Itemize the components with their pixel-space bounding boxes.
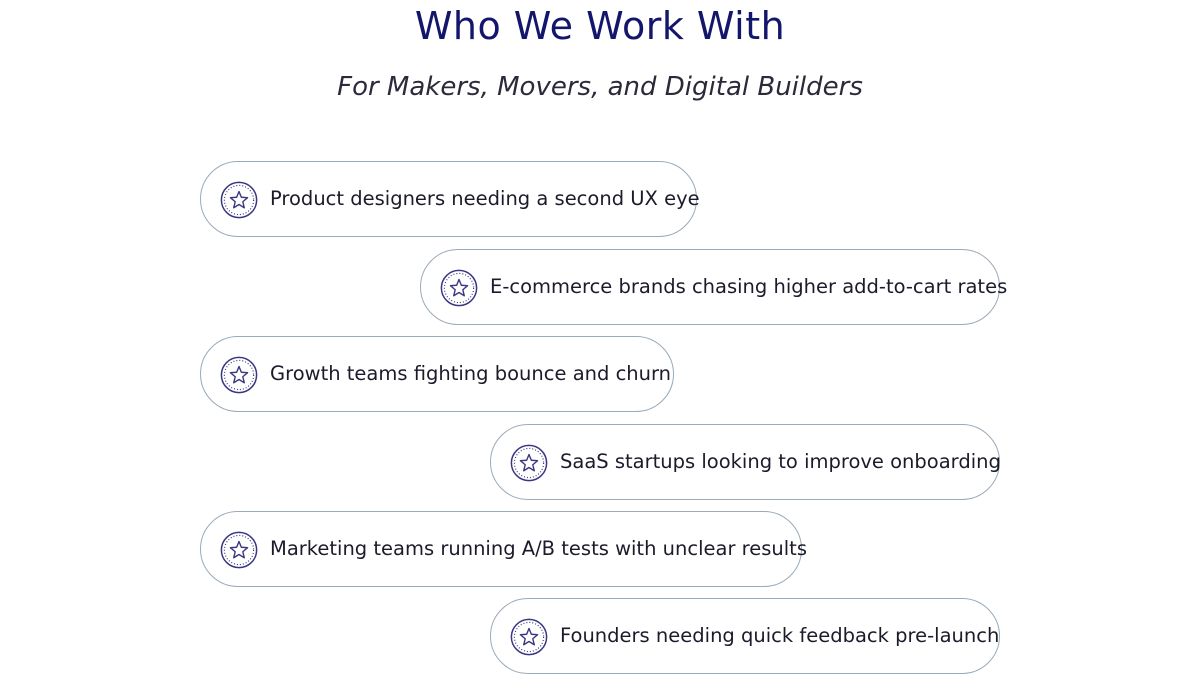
audience-item-growth-teams: Growth teams fighting bounce and churn <box>200 336 674 412</box>
star-badge-icon <box>220 181 258 219</box>
star-badge-icon <box>440 269 478 307</box>
audience-item-founders: Founders needing quick feedback pre-laun… <box>490 598 1000 674</box>
audience-item-label: SaaS startups looking to improve onboard… <box>560 450 1001 473</box>
audience-item-product-designers: Product designers needing a second UX ey… <box>200 161 700 237</box>
audience-item-ecommerce-brands: E-commerce brands chasing higher add-to-… <box>420 249 1007 325</box>
audience-item-label: E-commerce brands chasing higher add-to-… <box>490 275 1008 298</box>
audience-item-label: Marketing teams running A/B tests with u… <box>270 537 807 560</box>
star-badge-icon <box>220 356 258 394</box>
audience-item-label: Product designers needing a second UX ey… <box>270 187 700 210</box>
section-title: Who We Work With <box>414 4 786 48</box>
audience-item-saas-startups: SaaS startups looking to improve onboard… <box>490 424 1001 500</box>
audience-item-label: Founders needing quick feedback pre-laun… <box>560 624 1000 647</box>
star-badge-icon <box>510 444 548 482</box>
audience-item-label: Growth teams fighting bounce and churn <box>270 362 672 385</box>
audience-item-marketing-teams: Marketing teams running A/B tests with u… <box>200 511 807 587</box>
star-badge-icon <box>510 618 548 656</box>
section-subtitle: For Makers, Movers, and Digital Builders <box>337 72 863 102</box>
star-badge-icon <box>220 531 258 569</box>
